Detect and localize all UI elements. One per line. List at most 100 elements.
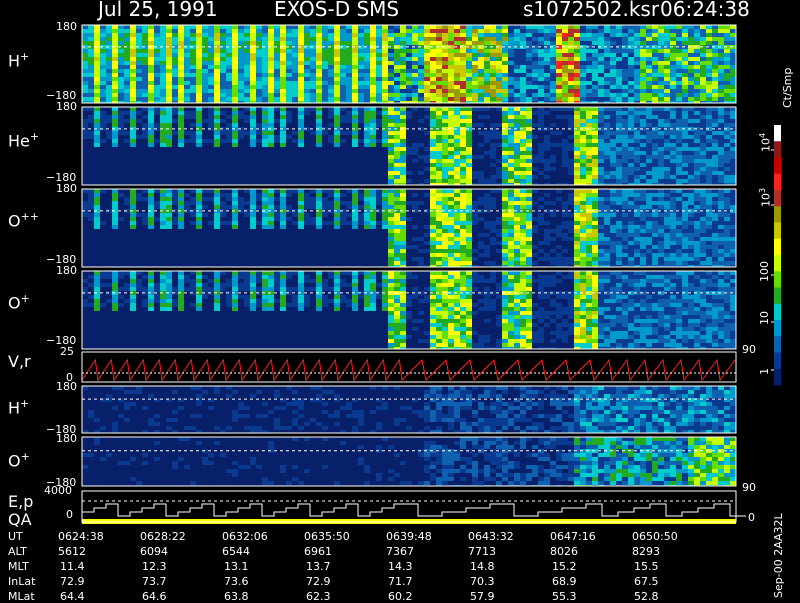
heatmap-cell [466,69,472,73]
heatmap-cell [586,25,592,29]
heatmap-cell [394,115,400,119]
heatmap-cell [586,167,592,171]
heatmap-cell [580,41,586,45]
heatmap-cell [712,249,718,253]
heatmap-cell [496,37,502,41]
heatmap-cell [628,77,634,81]
heatmap-cell [526,205,532,209]
heatmap-cell [232,205,238,209]
heatmap-cell [106,131,112,135]
heatmap-cell [700,159,706,163]
heatmap-cell [280,115,286,119]
heatmap-cell [214,115,220,119]
heatmap-cell [268,49,274,53]
heatmap-cell [718,115,724,119]
heatmap-cell [676,143,682,147]
heatmap-cell [454,205,460,209]
heatmap-cell [214,287,220,291]
heatmap-cell [610,85,616,89]
heatmap-cell [682,53,688,57]
heatmap-cell [634,205,640,209]
heatmap-cell [364,77,370,81]
heatmap-cell [286,29,292,33]
heatmap-cell [718,135,724,139]
heatmap-cell [262,221,268,225]
heatmap-cell [706,65,712,69]
heatmap-cell [592,253,598,257]
heatmap-cell [598,33,604,37]
heatmap-cell [376,25,382,29]
heatmap-cell [370,53,376,57]
heatmap-cell [154,73,160,77]
heatmap-cell [100,57,106,61]
heatmap-cell [676,147,682,151]
heatmap-cell [232,119,238,123]
heatmap-cell [706,29,712,33]
heatmap-cell [718,253,724,257]
heatmap-cell [454,225,460,229]
heatmap-cell [382,221,388,225]
heatmap-cell [292,53,298,57]
heatmap-cell [334,41,340,45]
heatmap-cell [712,33,718,37]
heatmap-cell [280,119,286,123]
heatmap-cell [280,25,286,29]
heatmap-cell [472,107,478,111]
heatmap-cell [160,85,166,89]
heatmap-cell [340,57,346,61]
heatmap-cell [610,237,616,241]
heatmap-cell [622,85,628,89]
heatmap-cell [664,85,670,89]
heatmap-cell [652,97,658,101]
heatmap-cell [730,61,736,65]
heatmap-cell [712,189,718,193]
heatmap-cell [718,237,724,241]
heatmap-cell [646,77,652,81]
heatmap-cell [106,33,112,37]
heatmap-cell [532,65,538,69]
heatmap-cell [610,201,616,205]
heatmap-cell [628,143,634,147]
heatmap-cell [382,97,388,101]
heatmap-cell [712,167,718,171]
heatmap-cell [664,111,670,115]
heatmap-cell [334,49,340,53]
heatmap-cell [160,57,166,61]
heatmap-cell [622,159,628,163]
heatmap-cell [256,197,262,201]
heatmap-cell [724,151,730,155]
heatmap-cell [640,205,646,209]
heatmap-cell [358,213,364,217]
heatmap-cell [418,65,424,69]
heatmap-cell [442,53,448,57]
heatmap-cell [652,237,658,241]
heatmap-cell [352,97,358,101]
heatmap-cell [622,261,628,265]
heatmap-cell [484,53,490,57]
heatmap-cell [154,65,160,69]
heatmap-cell [142,197,148,201]
heatmap-cell [268,73,274,77]
heatmap-cell [220,37,226,41]
heatmap-cell [460,93,466,97]
heatmap-cell [448,111,454,115]
heatmap-cell [130,25,136,29]
heatmap-cell [604,253,610,257]
heatmap-cell [604,33,610,37]
heatmap-cell [322,189,328,193]
heatmap-cell [568,229,574,233]
heatmap-cell [436,29,442,33]
heatmap-cell [406,25,412,29]
heatmap-cell [316,131,322,135]
heatmap-cell [124,139,130,143]
heatmap-cell [520,119,526,123]
heatmap-cell [196,135,202,139]
heatmap-cell [358,119,364,123]
heatmap-cell [406,77,412,81]
heatmap-cell [604,53,610,57]
heatmap-cell [244,77,250,81]
heatmap-cell [604,245,610,249]
heatmap-cell [220,111,226,115]
heatmap-cell [406,147,412,151]
heatmap-cell [502,77,508,81]
